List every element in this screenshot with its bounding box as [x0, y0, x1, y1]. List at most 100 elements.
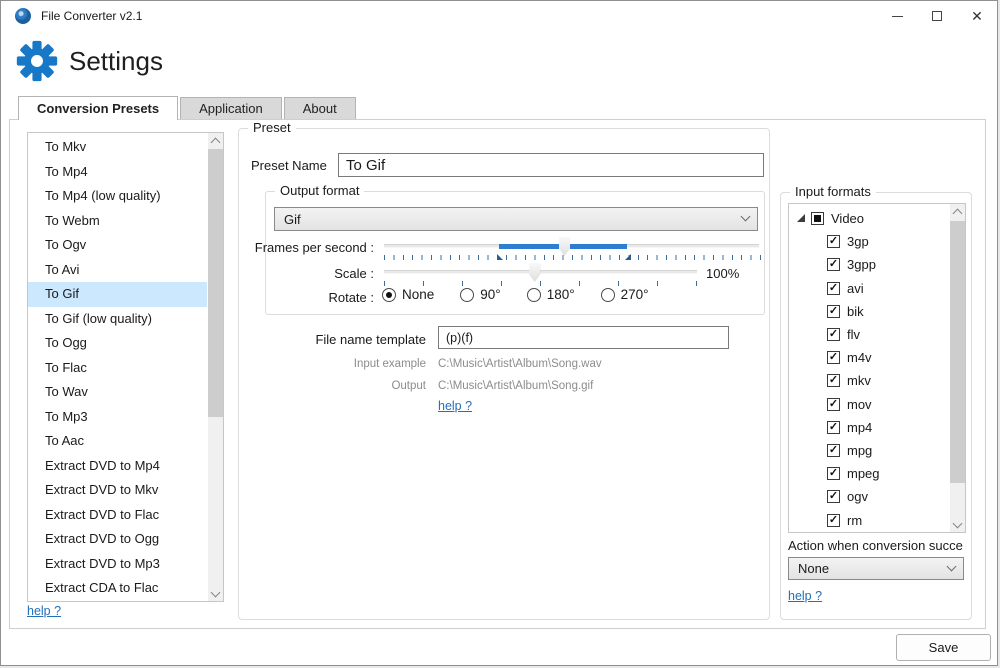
tree-node-rm[interactable]: ✓rm — [789, 508, 949, 531]
rotate-option-90deg[interactable]: 90° — [460, 287, 500, 302]
checkbox-checked-icon[interactable]: ✓ — [827, 282, 840, 295]
preset-list-item[interactable]: To Ogg — [28, 331, 207, 356]
tree-node-bik[interactable]: ✓ bik — [789, 300, 949, 323]
file-name-template-value: (p)(f) — [446, 331, 473, 345]
input-formats-group-label: Input formats — [790, 184, 876, 199]
preset-list-item[interactable]: To Wav — [28, 380, 207, 405]
output-format-combo[interactable]: Gif — [274, 207, 758, 231]
rotate-option-270deg[interactable]: 270° — [601, 287, 649, 302]
checkbox-checked-icon[interactable]: ✓ — [827, 467, 840, 480]
tree-node-3gpp[interactable]: ✓3gpp — [789, 253, 949, 276]
scroll-down-icon[interactable] — [208, 586, 223, 601]
scrollbar-thumb[interactable] — [950, 221, 965, 483]
preset-list-item[interactable]: To Gif (low quality) — [28, 307, 207, 332]
preset-list-item[interactable]: To Webm — [28, 209, 207, 234]
tree-node-avi[interactable]: ✓avi — [789, 277, 949, 300]
save-button-label: Save — [929, 640, 959, 655]
tree-node-3gp[interactable]: ✓3gp — [789, 230, 949, 253]
page-title: Settings — [69, 46, 163, 77]
radio-icon[interactable] — [382, 288, 396, 302]
tree-node-mov[interactable]: ✓mov — [789, 393, 949, 416]
checkbox-checked-icon[interactable]: ✓ — [827, 490, 840, 503]
preset-name-input[interactable]: To Gif — [338, 153, 764, 177]
app-window: File Converter v2.1 ✕ Settings Conversio… — [0, 0, 998, 666]
preset-list-item[interactable]: Extract DVD to Flac — [28, 503, 207, 528]
preset-list-item[interactable]: To Flac — [28, 356, 207, 381]
scroll-down-icon[interactable] — [950, 517, 965, 532]
minimize-button[interactable] — [877, 1, 917, 31]
tab-conversion-presets[interactable]: Conversion Presets — [18, 96, 178, 120]
chevron-down-icon — [947, 561, 957, 571]
preset-list-item[interactable]: Extract CDA to Flac — [28, 576, 207, 601]
preset-list-item[interactable]: To Ogv — [28, 233, 207, 258]
preset-list-scrollbar[interactable] — [208, 133, 223, 601]
tree-node-label: Video — [831, 211, 864, 226]
preset-list-item[interactable]: Extract DVD to Ogg — [28, 527, 207, 552]
scroll-up-icon[interactable] — [208, 133, 223, 148]
checkbox-indeterminate-icon[interactable] — [811, 212, 824, 225]
radio-icon[interactable] — [460, 288, 474, 302]
preset-list-item[interactable]: To Mp4 — [28, 160, 207, 185]
preset-list-item[interactable]: Extract DVD to Mp4 — [28, 454, 207, 479]
checkbox-checked-icon[interactable]: ✓ — [827, 514, 840, 527]
input-example-label: Input example — [354, 358, 426, 370]
radio-icon[interactable] — [527, 288, 541, 302]
file-name-template-input[interactable]: (p)(f) — [438, 326, 729, 349]
preset-list-item[interactable]: To Aac — [28, 429, 207, 454]
rotate-option-none[interactable]: None — [382, 287, 434, 302]
presets-help-link[interactable]: help ? — [27, 604, 61, 618]
preset-list-item[interactable]: To Mkv — [28, 135, 207, 160]
checkbox-checked-icon[interactable]: ✓ — [827, 374, 840, 387]
checkbox-checked-icon[interactable]: ✓ — [827, 328, 840, 341]
expander-icon[interactable] — [797, 214, 805, 222]
scale-slider-thumb[interactable] — [529, 263, 540, 282]
scale-slider[interactable] — [384, 270, 697, 274]
chevron-down-icon — [741, 212, 751, 222]
preset-list-item[interactable]: To Avi — [28, 258, 207, 283]
checkbox-checked-icon[interactable]: ✓ — [827, 351, 840, 364]
format-tree-scrollbar[interactable] — [950, 204, 965, 532]
conversion-action-combo[interactable]: None — [788, 557, 964, 580]
scrollbar-thumb[interactable] — [208, 149, 223, 417]
fps-slider-thumb[interactable] — [559, 237, 570, 256]
tab-content-panel: To MkvTo Mp4To Mp4 (low quality)To WebmT… — [9, 119, 986, 629]
tree-node-ogv[interactable]: ✓ogv — [789, 485, 949, 508]
tree-node-mpeg[interactable]: ✓mpeg — [789, 462, 949, 485]
checkbox-checked-icon[interactable]: ✓ — [827, 258, 840, 271]
checkbox-checked-icon[interactable]: ✓ — [827, 444, 840, 457]
tree-node-m4v[interactable]: ✓m4v — [789, 346, 949, 369]
checkbox-checked-icon[interactable]: ✓ — [827, 305, 840, 318]
window-title: File Converter v2.1 — [41, 9, 142, 23]
input-formats-help-link[interactable]: help ? — [788, 589, 822, 603]
checkbox-checked-icon[interactable]: ✓ — [827, 398, 840, 411]
tab-application[interactable]: Application — [180, 97, 282, 119]
preset-list-item[interactable]: Extract DVD to Mp3 — [28, 552, 207, 577]
tab-about[interactable]: About — [284, 97, 356, 119]
tree-node-flv[interactable]: ✓flv — [789, 323, 949, 346]
tree-node-mp4[interactable]: ✓mp4 — [789, 416, 949, 439]
tree-node-mpg[interactable]: ✓mpg — [789, 439, 949, 462]
preset-list-item[interactable]: To Gif — [28, 282, 207, 307]
checkbox-checked-icon[interactable]: ✓ — [827, 235, 840, 248]
save-button[interactable]: Save — [896, 634, 991, 661]
rotate-option-label: 180° — [547, 287, 575, 302]
scroll-up-icon[interactable] — [950, 204, 965, 219]
checkbox-checked-icon[interactable]: ✓ — [827, 421, 840, 434]
scale-label: Scale : — [334, 266, 374, 281]
preset-name-value: To Gif — [346, 157, 385, 174]
rotate-option-180deg[interactable]: 180° — [527, 287, 575, 302]
close-button[interactable]: ✕ — [957, 1, 997, 31]
tree-node-label: bik — [847, 304, 864, 319]
fps-slider[interactable] — [384, 244, 759, 248]
close-icon: ✕ — [971, 9, 983, 23]
preset-list-item[interactable]: To Mp4 (low quality) — [28, 184, 207, 209]
template-help-link[interactable]: help ? — [438, 399, 472, 413]
maximize-button[interactable] — [917, 1, 957, 31]
maximize-icon — [932, 11, 942, 21]
preset-list-item[interactable]: To Mp3 — [28, 405, 207, 430]
radio-icon[interactable] — [601, 288, 615, 302]
app-icon — [15, 8, 31, 24]
preset-list-item[interactable]: Extract DVD to Mkv — [28, 478, 207, 503]
tree-node-mkv[interactable]: ✓mkv — [789, 369, 949, 392]
tree-node-video[interactable]: Video — [789, 207, 949, 230]
